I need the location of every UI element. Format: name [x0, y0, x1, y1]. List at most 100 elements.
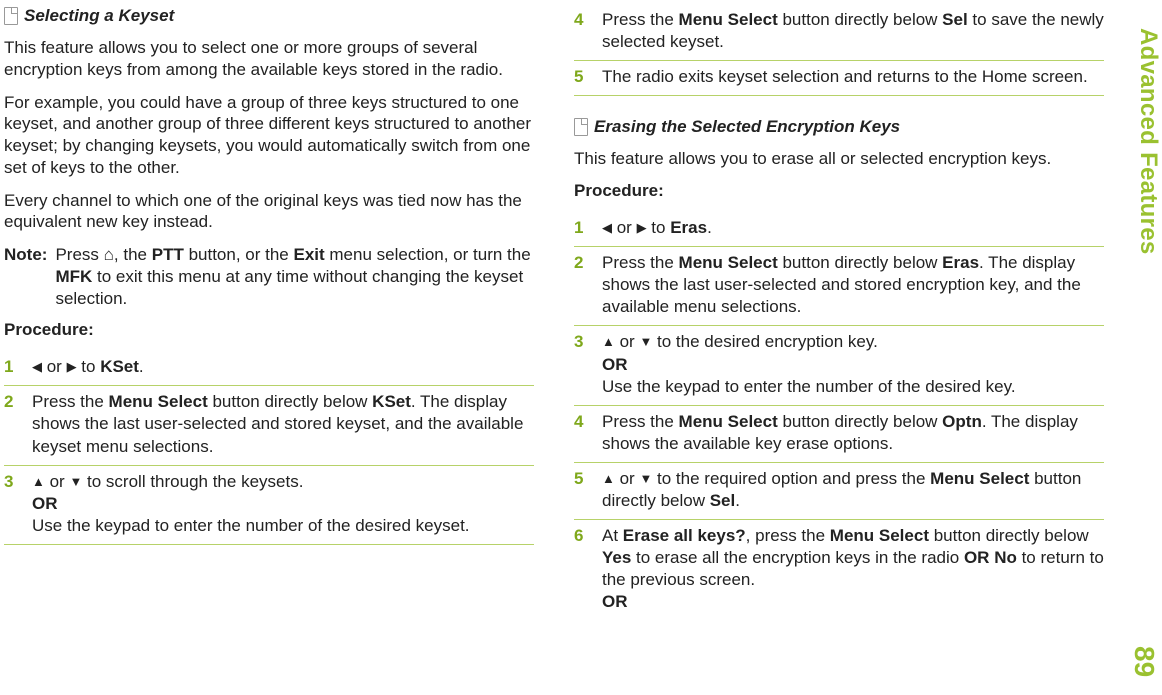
home-icon: ⌂	[104, 245, 114, 264]
text: or	[42, 357, 67, 376]
step-body: Press the Menu Select button directly be…	[602, 252, 1104, 318]
step-item: Press the Menu Select button directly be…	[574, 247, 1104, 326]
text: button, or the	[184, 245, 294, 264]
step-body: ◀ or ▶ to Eras.	[602, 217, 712, 239]
text: menu selection, or turn the	[325, 245, 531, 264]
content-area: Selecting a Keyset This feature allows y…	[0, 0, 1126, 695]
text: button directly below	[208, 392, 372, 411]
step-item: Press the Menu Select button directly be…	[4, 386, 534, 465]
step-item: ◀ or ▶ to Eras.	[574, 212, 1104, 247]
kset-label: KSet	[372, 392, 411, 411]
text: to exit this menu at any time without ch…	[55, 267, 523, 308]
procedure-label: Procedure:	[4, 320, 534, 340]
text: Use the keypad to enter the number of th…	[602, 377, 1016, 396]
paragraph: Every channel to which one of the origin…	[4, 190, 534, 234]
menu-select-label: Menu Select	[679, 412, 778, 431]
section-heading-right: Erasing the Selected Encryption Keys	[574, 117, 1104, 137]
page-number: 89	[1128, 646, 1160, 677]
text: to the required option and press the	[652, 469, 930, 488]
text: button directly below	[778, 253, 942, 272]
steps-list-right: ◀ or ▶ to Eras. Press the Menu Select bu…	[574, 212, 1104, 620]
text: button directly below	[929, 526, 1089, 545]
left-arrow-icon: ◀	[602, 220, 612, 237]
step-body: Press the Menu Select button directly be…	[602, 411, 1104, 455]
side-tab: Advanced Features 89	[1126, 0, 1162, 695]
sel-label: Sel	[710, 491, 736, 510]
note-label: Note:	[4, 244, 47, 309]
right-arrow-icon: ▶	[637, 220, 647, 237]
step-item: Press the Menu Select button directly be…	[574, 4, 1104, 61]
steps-list-left: ◀ or ▶ to KSet. Press the Menu Select bu…	[4, 351, 534, 545]
document-icon	[574, 118, 588, 136]
text: .	[707, 218, 712, 237]
text: to erase all the encryption keys in the …	[631, 548, 964, 567]
paragraph: This feature allows you to select one or…	[4, 37, 534, 81]
sel-label: Sel	[942, 10, 968, 29]
heading-text: Selecting a Keyset	[24, 6, 174, 26]
text: or	[615, 332, 640, 351]
step-body: Press the Menu Select button directly be…	[32, 391, 534, 457]
yes-label: Yes	[602, 548, 631, 567]
text: , press the	[746, 526, 830, 545]
side-tab-title: Advanced Features	[1134, 28, 1162, 255]
prompt-label: Erase all keys?	[623, 526, 746, 545]
text: button directly below	[778, 10, 942, 29]
mfk-label: MFK	[55, 267, 92, 286]
left-arrow-icon: ◀	[32, 359, 42, 376]
up-arrow-icon: ▲	[602, 334, 615, 351]
no-label: No	[994, 548, 1017, 567]
text: Press the	[602, 253, 679, 272]
ptt-label: PTT	[152, 245, 184, 264]
step-body: ▲ or ▼ to the desired encryption key. OR…	[602, 331, 1016, 397]
menu-select-label: Menu Select	[679, 10, 778, 29]
eras-label: Eras	[670, 218, 707, 237]
document-icon	[4, 7, 18, 25]
text: or	[612, 218, 637, 237]
step-body: ▲ or ▼ to scroll through the keysets. OR…	[32, 471, 470, 537]
step-item: ▲ or ▼ to the desired encryption key. OR…	[574, 326, 1104, 405]
menu-select-label: Menu Select	[830, 526, 929, 545]
text: .	[735, 491, 740, 510]
menu-select-label: Menu Select	[930, 469, 1029, 488]
menu-select-label: Menu Select	[109, 392, 208, 411]
heading-text: Erasing the Selected Encryption Keys	[594, 117, 900, 137]
kset-label: KSet	[100, 357, 139, 376]
text: , the	[114, 245, 152, 264]
down-arrow-icon: ▼	[639, 334, 652, 351]
up-arrow-icon: ▲	[602, 471, 615, 488]
text: or	[45, 472, 70, 491]
text: or	[615, 469, 640, 488]
section-heading-left: Selecting a Keyset	[4, 6, 534, 26]
text: to the desired encryption key.	[652, 332, 878, 351]
steps-list-right-top: Press the Menu Select button directly be…	[574, 4, 1104, 96]
text: At	[602, 526, 623, 545]
page-root: Selecting a Keyset This feature allows y…	[0, 0, 1162, 695]
step-item: ▲ or ▼ to scroll through the keysets. OR…	[4, 466, 534, 545]
step-item: The radio exits keyset selection and ret…	[574, 61, 1104, 96]
step-item: ◀ or ▶ to KSet.	[4, 351, 534, 386]
text: to scroll through the keysets.	[82, 472, 303, 491]
text: .	[139, 357, 144, 376]
text: Press	[55, 245, 103, 264]
procedure-label: Procedure:	[574, 181, 1104, 201]
right-column: Press the Menu Select button directly be…	[574, 4, 1104, 691]
optn-label: Optn	[942, 412, 982, 431]
note-body: Press ⌂, the PTT button, or the Exit men…	[55, 244, 534, 309]
or-label: OR	[602, 592, 628, 611]
step-body: At Erase all keys?, press the Menu Selec…	[602, 525, 1104, 613]
paragraph: For example, you could have a group of t…	[4, 92, 534, 179]
up-arrow-icon: ▲	[32, 474, 45, 491]
paragraph: This feature allows you to erase all or …	[574, 148, 1104, 170]
menu-select-label: Menu Select	[679, 253, 778, 272]
left-column: Selecting a Keyset This feature allows y…	[4, 4, 534, 691]
text: Press the	[602, 412, 679, 431]
step-body: The radio exits keyset selection and ret…	[602, 66, 1088, 88]
text: Use the keypad to enter the number of th…	[32, 516, 470, 535]
step-item: ▲ or ▼ to the required option and press …	[574, 463, 1104, 520]
text: Press the	[602, 10, 679, 29]
right-arrow-icon: ▶	[67, 359, 77, 376]
text: to	[77, 357, 101, 376]
step-body: ▲ or ▼ to the required option and press …	[602, 468, 1104, 512]
text: Press the	[32, 392, 109, 411]
step-body: ◀ or ▶ to KSet.	[32, 356, 144, 378]
